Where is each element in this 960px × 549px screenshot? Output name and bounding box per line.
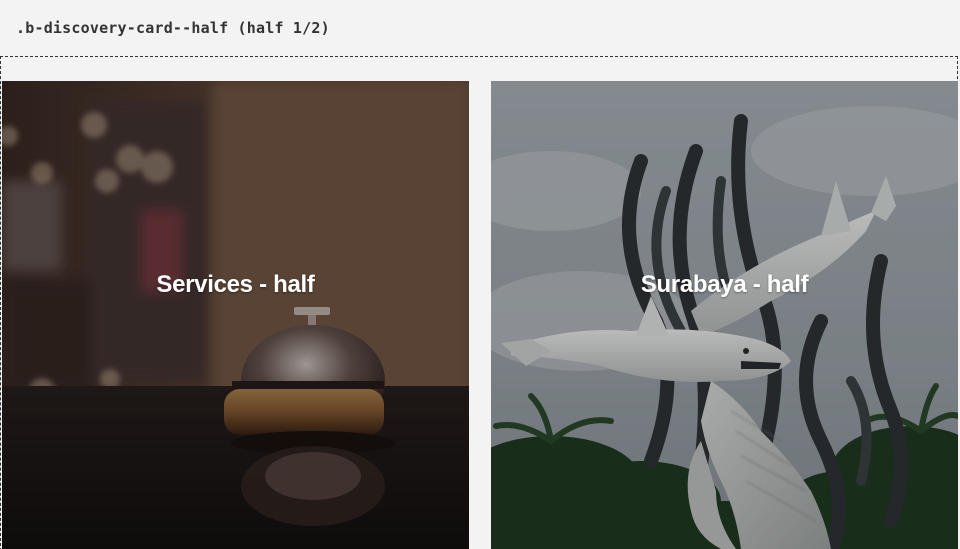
- card-title: Services - half: [156, 271, 315, 298]
- surabaya-statue-image: [491, 81, 958, 549]
- style-guide-page: .b-discovery-card--half (half 1/2) Servi…: [0, 0, 960, 549]
- component-class-label: .b-discovery-card--half (half 1/2): [16, 19, 330, 37]
- component-label-bar: .b-discovery-card--half (half 1/2): [0, 0, 960, 56]
- service-bell-image: [2, 81, 469, 549]
- discovery-card-services[interactable]: Services - half: [2, 81, 469, 549]
- discovery-card-surabaya[interactable]: Surabaya - half: [491, 81, 958, 549]
- card-title: Surabaya - half: [640, 271, 809, 298]
